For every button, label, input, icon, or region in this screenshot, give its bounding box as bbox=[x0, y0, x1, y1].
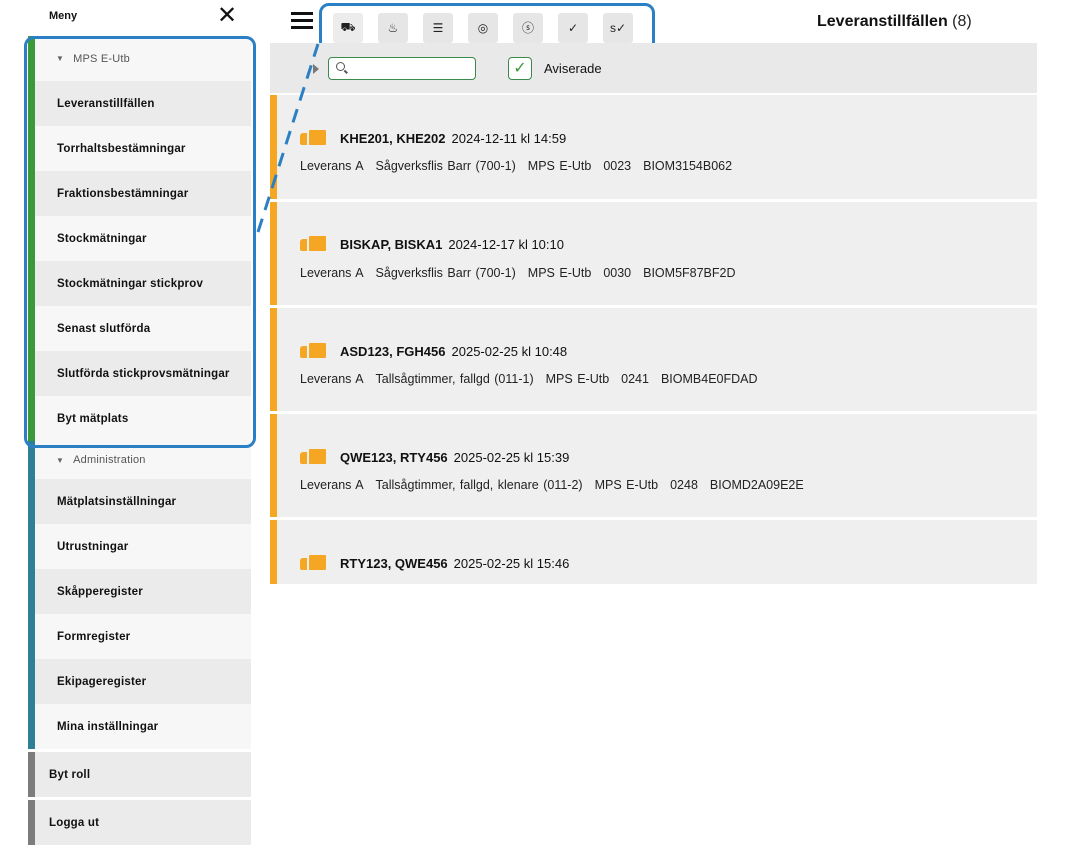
sidebar-item-label: Byt roll bbox=[49, 768, 91, 781]
sidebar-item-label: Stockmätningar stickprov bbox=[57, 277, 204, 290]
delivery-datetime: 2025-02-25 kl 15:46 bbox=[453, 556, 570, 571]
sidebar-item-stockmatningar-stickprov[interactable]: Stockmätningar stickprov bbox=[28, 261, 251, 306]
delivery-site: MPS E-Utb bbox=[527, 159, 592, 173]
delivery-name: Leverans A bbox=[300, 266, 364, 280]
heat-icon[interactable]: ♨ bbox=[378, 12, 408, 43]
page-title-text: Leveranstillfällen bbox=[817, 13, 948, 30]
expand-arrow-icon[interactable] bbox=[313, 64, 319, 74]
truck-icon bbox=[300, 449, 326, 464]
truck-icon bbox=[300, 343, 326, 358]
delivery-name: Leverans A bbox=[300, 478, 364, 492]
close-icon[interactable]: ✕ bbox=[217, 3, 237, 29]
triangle-down-icon: ▼ bbox=[56, 455, 65, 465]
sidebar-group-administration[interactable]: ▼ Administration bbox=[28, 441, 251, 479]
truck-check-icon[interactable]: ✓ bbox=[558, 12, 588, 43]
sidebar-group-label: MPS E-Utb bbox=[73, 52, 130, 65]
delivery-row[interactable]: QWE123, RTY456 2025-02-25 kl 15:39 Levera… bbox=[270, 414, 1037, 517]
delivery-id: BIOM5F87BF2D bbox=[643, 266, 736, 280]
log-end-icon[interactable]: ◎ bbox=[468, 12, 498, 43]
menu-title: Meny bbox=[49, 10, 78, 22]
delivery-row[interactable]: KHE201, KHE202 2024-12-11 kl 14:59 Levera… bbox=[270, 95, 1037, 199]
search-input[interactable] bbox=[351, 60, 471, 76]
cabinet-icon[interactable]: ☰ bbox=[423, 12, 453, 43]
sidebar-item-skapperegister[interactable]: Skåpperegister bbox=[28, 569, 251, 614]
delivery-datetime: 2024-12-17 kl 10:10 bbox=[448, 237, 564, 252]
delivery-vehicles: ASD123, FGH456 bbox=[340, 344, 446, 359]
sidebar-item-label: Mätplatsinställningar bbox=[57, 495, 177, 508]
delivery-datetime: 2024-12-11 kl 14:59 bbox=[451, 131, 567, 146]
delivery-number: 0030 bbox=[603, 266, 632, 280]
menu-header: Meny ✕ bbox=[28, 0, 251, 36]
sidebar-item-label: Ekipageregister bbox=[57, 675, 147, 688]
sidebar-item-stockmatningar[interactable]: Stockmätningar bbox=[28, 216, 251, 261]
sidebar-item-fraktion[interactable]: Fraktionsbestämningar bbox=[28, 171, 251, 216]
sidebar-item-utrustningar[interactable]: Utrustningar bbox=[28, 524, 251, 569]
sidebar-item-label: Byt mätplats bbox=[57, 412, 129, 425]
sidebar-item-label: Senast slutförda bbox=[57, 322, 151, 335]
sidebar-item-label: Stockmätningar bbox=[57, 232, 147, 245]
delivery-name: Leverans A bbox=[300, 372, 364, 386]
delivery-assortment: Sågverksflis Barr (700-1) bbox=[375, 159, 516, 173]
sidebar-item-mina-installningar[interactable]: Mina inställningar bbox=[28, 704, 251, 749]
truck-icon bbox=[300, 130, 326, 145]
sample-check-icon[interactable]: s✓ bbox=[603, 12, 633, 43]
delivery-vehicles: QWE123, RTY456 bbox=[340, 450, 448, 465]
delivery-row[interactable]: ASD123, FGH456 2025-02-25 kl 10:48 Levera… bbox=[270, 308, 1037, 411]
sidebar-item-leveranstillfallen[interactable]: Leveranstillfällen bbox=[28, 81, 251, 126]
delivery-id: BIOMD2A09E2E bbox=[709, 478, 804, 492]
delivery-name: Leverans A bbox=[300, 159, 364, 173]
sidebar-item-label: Skåpperegister bbox=[57, 585, 143, 598]
triangle-down-icon: ▼ bbox=[56, 54, 65, 63]
sidebar-group-mps-e-utb[interactable]: ▼ MPS E-Utb bbox=[28, 36, 251, 81]
sidebar-item-logga-ut[interactable]: Logga ut bbox=[28, 800, 251, 845]
delivery-row[interactable]: BISKAP, BISKA1 2024-12-17 kl 10:10 Levera… bbox=[270, 202, 1037, 305]
delivery-vehicles: BISKAP, BISKA1 bbox=[340, 237, 443, 252]
delivery-id: BIOMB4E0FDAD bbox=[660, 372, 758, 386]
delivery-assortment: Tallsågtimmer, fallgd (011-1) bbox=[375, 372, 534, 386]
hamburger-menu-icon[interactable] bbox=[291, 12, 313, 32]
delivery-number: 0023 bbox=[603, 159, 632, 173]
sidebar-item-label: Formregister bbox=[57, 630, 131, 643]
sidebar-item-byt-roll[interactable]: Byt roll bbox=[28, 752, 251, 797]
sidebar-item-senast-slutforda[interactable]: Senast slutförda bbox=[28, 306, 251, 351]
delivery-vehicles: KHE201, KHE202 bbox=[340, 131, 446, 146]
delivery-row[interactable]: RTY123, QWE456 2025-02-25 kl 15:46 bbox=[270, 520, 1037, 584]
search-icon bbox=[336, 62, 345, 71]
delivery-site: MPS E-Utb bbox=[545, 372, 610, 386]
truck-icon[interactable]: ⛟ bbox=[333, 12, 363, 43]
sidebar-item-byt-matplats[interactable]: Byt mätplats bbox=[28, 396, 251, 441]
sidebar-item-slutforda-stickprov[interactable]: Slutförda stickprovsmätningar bbox=[28, 351, 251, 396]
delivery-site: MPS E-Utb bbox=[527, 266, 592, 280]
page-title-count: (8) bbox=[952, 13, 972, 30]
sidebar-item-label: Utrustningar bbox=[57, 540, 129, 553]
delivery-number: 0248 bbox=[670, 478, 698, 492]
delivery-datetime: 2025-02-25 kl 10:48 bbox=[451, 344, 568, 359]
sidebar-item-label: Fraktionsbestämningar bbox=[57, 187, 189, 200]
delivery-assortment: Tallsågtimmer, fallgd, klenare (011-2) bbox=[375, 478, 583, 492]
sidebar-menu: Meny ✕ ▼ MPS E-Utb Leveranstillfällen To… bbox=[28, 0, 251, 847]
page-title: Leveranstillfällen (8) bbox=[817, 13, 972, 31]
delivery-number: 0241 bbox=[621, 372, 649, 386]
truck-icon bbox=[300, 555, 326, 570]
aviserade-checkbox[interactable]: ✓ bbox=[508, 57, 532, 80]
aviserade-label: Aviserade bbox=[544, 61, 602, 76]
sidebar-item-matplatsinstallningar[interactable]: Mätplatsinställningar bbox=[28, 479, 251, 524]
truck-icon bbox=[300, 236, 326, 251]
delivery-site: MPS E-Utb bbox=[594, 478, 659, 492]
delivery-datetime: 2025-02-25 kl 15:39 bbox=[453, 450, 570, 465]
delivery-vehicles: RTY123, QWE456 bbox=[340, 556, 448, 571]
sidebar-group-label: Administration bbox=[73, 454, 146, 466]
sidebar-item-label: Torrhaltsbestämningar bbox=[57, 142, 186, 155]
coin-icon[interactable]: ⓢ bbox=[513, 12, 543, 43]
sidebar-item-label: Mina inställningar bbox=[57, 720, 159, 733]
sidebar-item-label: Slutförda stickprovsmätningar bbox=[57, 367, 230, 380]
sidebar-item-formregister[interactable]: Formregister bbox=[28, 614, 251, 659]
sidebar-item-label: Leveranstillfällen bbox=[57, 97, 155, 110]
delivery-assortment: Sågverksflis Barr (700-1) bbox=[375, 266, 516, 280]
sidebar-item-torrhalt[interactable]: Torrhaltsbestämningar bbox=[28, 126, 251, 171]
sidebar-item-ekipageregister[interactable]: Ekipageregister bbox=[28, 659, 251, 704]
search-field[interactable] bbox=[328, 57, 476, 80]
sidebar-item-label: Logga ut bbox=[49, 816, 100, 829]
delivery-id: BIOM3154B062 bbox=[643, 159, 733, 173]
